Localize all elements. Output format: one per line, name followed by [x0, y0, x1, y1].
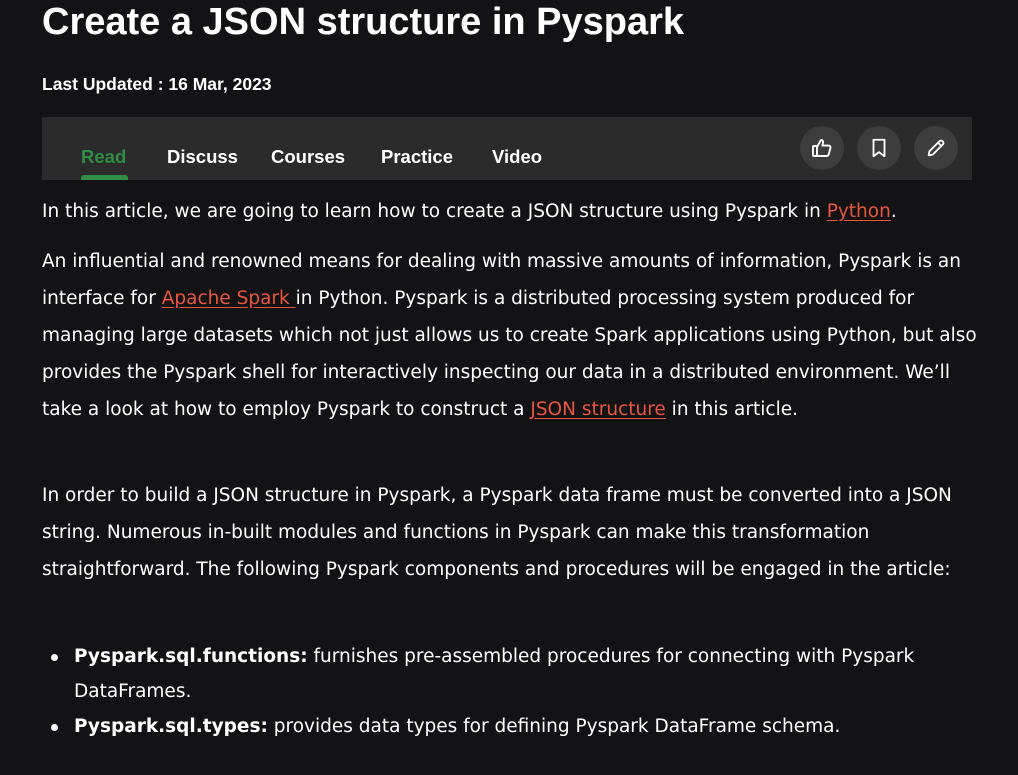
- thumbs-up-icon: [812, 139, 832, 157]
- bookmark-button[interactable]: [857, 126, 901, 170]
- pyspark-paragraph: An influential and renowned means for de…: [42, 251, 977, 420]
- tab-read[interactable]: Read: [81, 145, 126, 169]
- list-item: Pyspark.sql.types: provides data types f…: [42, 709, 977, 744]
- intro-paragraph: In this article, we are going to learn h…: [42, 201, 897, 222]
- article-page: Create a JSON structure in Pyspark Last …: [0, 0, 1018, 775]
- active-tab-indicator: [81, 175, 128, 180]
- tab-discuss[interactable]: Discuss: [167, 145, 238, 169]
- article-tab-bar: Read Discuss Courses Practice Video: [42, 117, 972, 180]
- last-updated: Last Updated : 16 Mar, 2023: [42, 74, 272, 94]
- json-build-paragraph: In order to build a JSON structure in Py…: [42, 485, 952, 580]
- json-structure-link[interactable]: JSON structure: [530, 399, 665, 420]
- tab-video[interactable]: Video: [492, 145, 542, 169]
- edit-button[interactable]: [914, 126, 958, 170]
- page-title: Create a JSON structure in Pyspark: [42, 1, 685, 43]
- components-list: Pyspark.sql.functions: furnishes pre-ass…: [42, 639, 977, 744]
- list-item: Pyspark.sql.functions: furnishes pre-ass…: [42, 639, 977, 709]
- bookmark-icon: [872, 138, 886, 158]
- pencil-icon: [927, 139, 945, 157]
- tab-courses[interactable]: Courses: [271, 145, 345, 169]
- apache-spark-link[interactable]: Apache Spark: [162, 288, 296, 309]
- python-link[interactable]: Python: [827, 201, 891, 222]
- tab-practice[interactable]: Practice: [381, 145, 453, 169]
- like-button[interactable]: [800, 126, 844, 170]
